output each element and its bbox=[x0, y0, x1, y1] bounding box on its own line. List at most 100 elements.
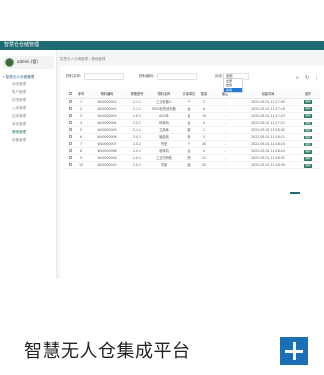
row-checkbox-cell[interactable] bbox=[66, 133, 74, 142]
checkbox[interactable] bbox=[68, 149, 72, 153]
material-code-input[interactable] bbox=[157, 73, 197, 80]
edit-button[interactable]: 编辑 bbox=[303, 149, 313, 154]
row-checkbox-cell[interactable] bbox=[66, 112, 74, 120]
table-cell: 1 bbox=[74, 98, 88, 106]
edit-button[interactable]: 编辑 bbox=[303, 100, 313, 104]
table-cell: - bbox=[210, 112, 240, 120]
table-cell: 2022-05-01 11:17:00 bbox=[240, 98, 296, 106]
checkbox[interactable] bbox=[68, 106, 72, 110]
table-row[interactable]: 10 WL0000010 2.0.1 货架组 20-2022-05-01 11:18:3… bbox=[66, 161, 320, 170]
checkbox[interactable] bbox=[68, 163, 72, 167]
action-cell: 编辑 bbox=[296, 154, 320, 163]
table-cell: - bbox=[210, 147, 240, 156]
table-cell: WL0000006 bbox=[88, 133, 126, 142]
table-cell: 3 bbox=[198, 133, 210, 142]
top-bar: 智慧仓仓储管理 bbox=[0, 41, 324, 50]
filter-bar: 物料名称: 物料编码: 状态: 全部 ⌕ ↻ ⋮ bbox=[66, 71, 324, 81]
action-cell: 编辑 bbox=[296, 140, 320, 149]
edit-button[interactable]: 编辑 bbox=[303, 142, 313, 147]
sidebar-group-label: 智慧无人仓储管理 bbox=[5, 75, 35, 79]
select-all-checkbox[interactable] bbox=[66, 90, 74, 99]
sidebar-group[interactable]: ▾智慧无人仓储管理 bbox=[3, 75, 34, 80]
table-cell: - bbox=[210, 133, 240, 142]
refresh-icon[interactable]: ↻ bbox=[305, 75, 309, 81]
row-checkbox-cell[interactable] bbox=[66, 161, 74, 170]
table-row[interactable]: 5 WL0000005 2.1.1 立体库套 1-2022-05-01 11:18:02… bbox=[66, 126, 320, 134]
sidebar-item[interactable]: 设备管理 bbox=[12, 138, 26, 146]
checkbox[interactable] bbox=[68, 135, 72, 139]
table-cell: - bbox=[210, 105, 240, 113]
table-row[interactable]: 4 WL0000004 2.2.1 码垛机台 4-2022-05-01 11:17:27… bbox=[66, 119, 320, 127]
sidebar-item[interactable]: 基础管理 bbox=[12, 130, 26, 138]
user-box[interactable]: admin (管) bbox=[3, 56, 54, 69]
table-row[interactable]: 2 WL0000002 2.1.1 RFID标签读写器台 6-2022-05-01 11… bbox=[66, 105, 320, 113]
table-cell: 码垛机 bbox=[148, 119, 180, 127]
edit-button[interactable]: 编辑 bbox=[303, 163, 313, 168]
table-cell: 托盘 bbox=[148, 140, 180, 149]
sidebar-item[interactable]: 出库管理 bbox=[12, 114, 26, 122]
edit-button[interactable]: 编辑 bbox=[303, 107, 313, 111]
checkbox[interactable] bbox=[68, 156, 72, 160]
sidebar: admin (管) ▾智慧无人仓储管理 系统管理 账户管理 权限管理 入库管理 出库管理… bbox=[0, 50, 57, 279]
edit-button[interactable]: 编辑 bbox=[303, 128, 313, 133]
sidebar-item[interactable]: 账户管理 bbox=[12, 90, 26, 98]
table-cell: 6 bbox=[198, 105, 210, 113]
status-option[interactable]: 停用 bbox=[224, 87, 242, 93]
checkbox[interactable] bbox=[68, 127, 72, 131]
more-icon[interactable]: ⋮ bbox=[314, 75, 319, 81]
table-row[interactable]: 9 WL0000009 2.0.1 工业扫码枪把 12-2022-05-01 11:18… bbox=[66, 154, 320, 163]
checkbox[interactable] bbox=[68, 142, 72, 146]
sidebar-item[interactable]: 权限管理 bbox=[12, 98, 26, 106]
checkbox[interactable] bbox=[68, 99, 72, 103]
table-cell: WL0000008 bbox=[88, 147, 126, 156]
table-cell: - bbox=[210, 119, 240, 127]
row-checkbox-cell[interactable] bbox=[66, 140, 74, 149]
row-checkbox-cell[interactable] bbox=[66, 147, 74, 156]
table-row[interactable]: 7 WL0000007 2.0.2 托盘个 40-2022-05-01 11:18:15… bbox=[66, 140, 320, 149]
edit-button[interactable]: 编辑 bbox=[303, 121, 313, 126]
table-cell: RFID标签读写器 bbox=[148, 105, 180, 113]
table-cell: 2022-05-01 11:18:11 bbox=[240, 133, 296, 142]
table-cell: 组 bbox=[180, 161, 198, 170]
edit-button[interactable]: 编辑 bbox=[303, 135, 313, 140]
table-cell: WL0000007 bbox=[88, 140, 126, 149]
edit-button[interactable]: 编辑 bbox=[303, 156, 313, 161]
table-cell: 4 bbox=[198, 119, 210, 127]
checkbox[interactable] bbox=[68, 120, 72, 124]
action-cell: 编辑 bbox=[296, 105, 320, 113]
edit-button[interactable]: 编辑 bbox=[303, 114, 313, 119]
table-row[interactable]: 3 WL0000003 2.0.1 AGV车台 10-2022-05-01 11:17:… bbox=[66, 112, 320, 120]
row-checkbox-cell[interactable] bbox=[66, 126, 74, 134]
caption: 智慧无人仓集成平台 bbox=[24, 341, 191, 362]
row-checkbox-cell[interactable] bbox=[66, 119, 74, 127]
table-cell: AGV车 bbox=[148, 112, 180, 120]
table-cell: - bbox=[210, 161, 240, 170]
sidebar-item[interactable]: 入库管理 bbox=[12, 106, 26, 114]
table-cell: 6 bbox=[74, 133, 88, 142]
sidebar-item[interactable]: 库存管理 bbox=[12, 122, 26, 130]
table-cell: 2.0.1 bbox=[126, 112, 148, 120]
sidebar-menu: 系统管理 账户管理 权限管理 入库管理 出库管理 库存管理 基础管理 设备管理 bbox=[12, 82, 26, 146]
table-row[interactable]: 1 WL0000001 2.1.1 工业机器人个 2-2022-05-01 11:17:… bbox=[66, 98, 320, 106]
app-screenshot: 智慧仓仓储管理 admin (管) ▾智慧无人仓储管理 系统管理 账户管理 权限管理… bbox=[0, 41, 324, 279]
row-checkbox-cell[interactable] bbox=[66, 105, 74, 113]
column-header: 规格型号 bbox=[126, 90, 148, 99]
pagination[interactable] bbox=[290, 192, 300, 194]
table-cell: 工业扫码枪 bbox=[148, 154, 180, 163]
material-name-input[interactable] bbox=[84, 73, 124, 80]
table-body: 1 WL0000001 2.1.1 工业机器人个 2-2022-05-01 11:17:… bbox=[66, 98, 320, 170]
table-cell: 堆垛机 bbox=[148, 147, 180, 156]
checkbox[interactable] bbox=[68, 113, 72, 117]
table-cell: WL0000002 bbox=[88, 105, 126, 113]
table-cell: 2.1.1 bbox=[126, 98, 148, 106]
row-checkbox-cell[interactable] bbox=[66, 98, 74, 106]
checkbox[interactable] bbox=[68, 91, 72, 95]
search-icon[interactable]: ⌕ bbox=[296, 75, 299, 81]
add-button[interactable] bbox=[280, 337, 308, 365]
table-row[interactable]: 8 WL0000008 2.0.1 堆垛机台 4-2022-05-01 11:18:24… bbox=[66, 147, 320, 156]
table-cell: - bbox=[210, 98, 240, 106]
row-checkbox-cell[interactable] bbox=[66, 154, 74, 163]
sidebar-item[interactable]: 系统管理 bbox=[12, 82, 26, 90]
table-row[interactable]: 6 WL0000006 2.0.1 输送线条 3-2022-05-01 11:18:11… bbox=[66, 133, 320, 142]
table-cell: 2022-05-01 11:18:02 bbox=[240, 126, 296, 134]
